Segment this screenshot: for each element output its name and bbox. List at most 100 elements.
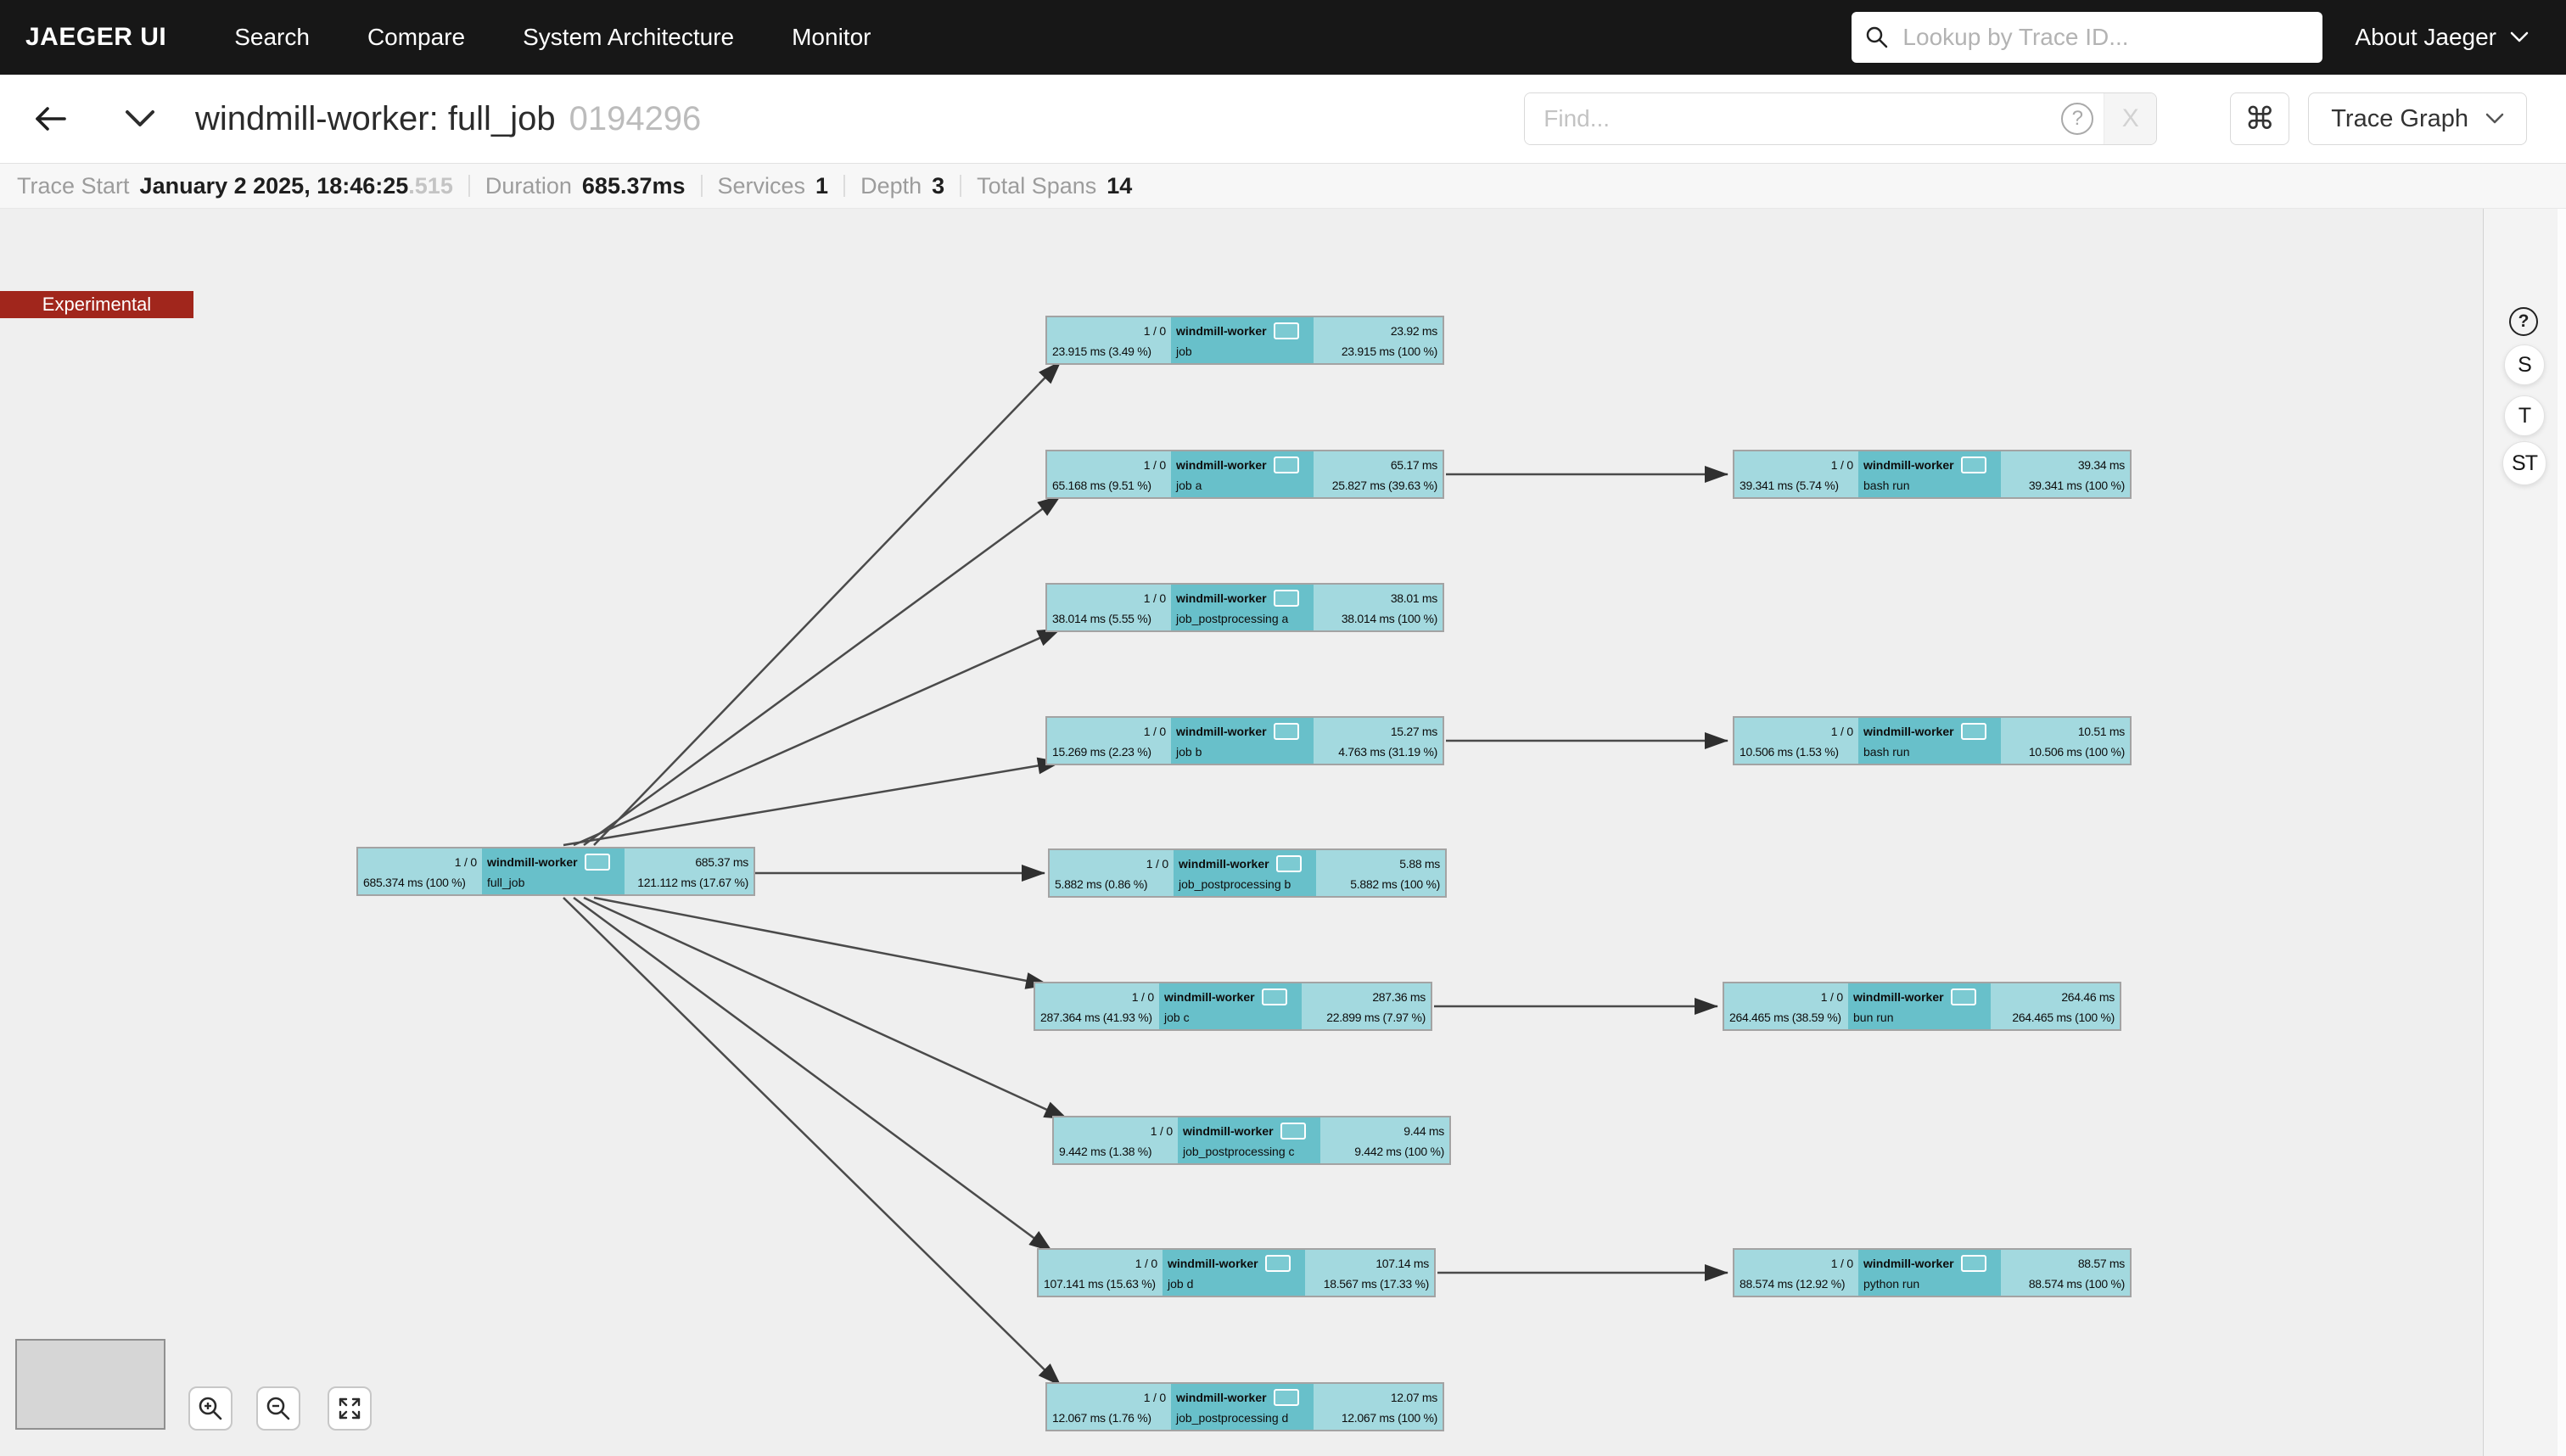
node-stats-left: 1 / 012.067 ms (1.76 %) bbox=[1047, 1384, 1171, 1430]
trace-page-header: windmill-worker: full_job0194296 ? X ⌘ T… bbox=[0, 75, 2566, 163]
span-node-job-postprocessing-a[interactable]: 1 / 038.014 ms (5.55 %)windmill-workerjo… bbox=[1045, 583, 1444, 632]
trace-view-label: Trace Graph bbox=[2331, 105, 2468, 133]
span-node-job-b[interactable]: 1 / 015.269 ms (2.23 %)windmill-workerjo… bbox=[1045, 716, 1444, 765]
node-stats-left: 1 / 015.269 ms (2.23 %) bbox=[1047, 718, 1171, 764]
nav-item-system-architecture[interactable]: System Architecture bbox=[494, 24, 763, 51]
trace-graph-canvas[interactable]: 1 / 0685.374 ms (100 %)windmill-workerfu… bbox=[0, 209, 2566, 1456]
divider bbox=[843, 175, 845, 197]
keyboard-shortcuts-button[interactable]: ⌘ bbox=[2230, 92, 2289, 145]
span-node-full-job[interactable]: 1 / 0685.374 ms (100 %)windmill-workerfu… bbox=[356, 847, 755, 896]
top-navbar: JAEGER UI Search Compare System Architec… bbox=[0, 0, 2566, 75]
operation-name: job_postprocessing c bbox=[1183, 1141, 1315, 1162]
app-brand[interactable]: JAEGER UI bbox=[0, 23, 205, 52]
service-color-swatch bbox=[1961, 1255, 1986, 1272]
span-self-time: 23.915 ms (100 %) bbox=[1319, 341, 1437, 361]
operation-name: python run bbox=[1863, 1274, 1996, 1294]
experimental-badge: Experimental bbox=[0, 291, 193, 318]
find-clear-button[interactable]: X bbox=[2104, 93, 2156, 144]
span-self-time: 38.014 ms (100 %) bbox=[1319, 608, 1437, 629]
mode-button-selftime[interactable]: ST bbox=[2502, 441, 2546, 485]
trace-id-lookup bbox=[1852, 12, 2322, 63]
node-stats-right: 12.07 ms12.067 ms (100 %) bbox=[1314, 1384, 1443, 1430]
graph-tool-rail: ? S T ST bbox=[2483, 209, 2566, 1456]
node-identity: windmill-workerjob_postprocessing d bbox=[1171, 1384, 1314, 1430]
help-icon: ? bbox=[2061, 103, 2093, 135]
chevron-down-icon bbox=[2485, 113, 2504, 125]
trace-id-lookup-input[interactable] bbox=[1901, 23, 2309, 52]
span-node-job-a[interactable]: 1 / 065.168 ms (9.51 %)windmill-workerjo… bbox=[1045, 450, 1444, 499]
service-color-swatch bbox=[1262, 988, 1287, 1005]
operation-name: bun run bbox=[1853, 1007, 1986, 1028]
chevron-down-icon bbox=[124, 109, 156, 129]
trace-start-label: Trace Start bbox=[17, 173, 130, 199]
span-node-job[interactable]: 1 / 023.915 ms (3.49 %)windmill-workerjo… bbox=[1045, 316, 1444, 365]
trace-id-short: 0194296 bbox=[569, 100, 702, 137]
node-stats-right: 287.36 ms22.899 ms (7.97 %) bbox=[1302, 983, 1431, 1029]
service-color-swatch bbox=[1961, 723, 1986, 740]
operation-name: job a bbox=[1176, 475, 1308, 496]
span-node-python-run[interactable]: 1 / 088.574 ms (12.92 %)windmill-workerp… bbox=[1733, 1248, 2132, 1297]
trace-title: windmill-worker: full_job0194296 bbox=[195, 100, 701, 138]
operation-name: bash run bbox=[1863, 742, 1996, 762]
span-count: 1 / 0 bbox=[1729, 987, 1843, 1007]
span-total-time: 264.465 ms (38.59 %) bbox=[1729, 1007, 1843, 1028]
span-self-time: 39.341 ms (100 %) bbox=[2006, 475, 2125, 496]
node-stats-right: 23.92 ms23.915 ms (100 %) bbox=[1314, 317, 1443, 363]
service-color-swatch bbox=[1265, 1255, 1291, 1272]
span-node-bash-run[interactable]: 1 / 010.506 ms (1.53 %)windmill-workerba… bbox=[1733, 716, 2132, 765]
span-node-bash-run[interactable]: 1 / 039.341 ms (5.74 %)windmill-workerba… bbox=[1733, 450, 2132, 499]
nav-item-search[interactable]: Search bbox=[205, 24, 339, 51]
span-total-time: 15.269 ms (2.23 %) bbox=[1052, 742, 1166, 762]
reset-zoom-button[interactable] bbox=[328, 1386, 372, 1431]
trace-summary-bar: Trace Start January 2 2025, 18:46:25 .51… bbox=[0, 163, 2566, 209]
span-total-time: 88.574 ms (12.92 %) bbox=[1740, 1274, 1853, 1294]
about-jaeger-label: About Jaeger bbox=[2355, 24, 2496, 51]
span-count: 1 / 0 bbox=[1044, 1253, 1157, 1274]
service-color-swatch bbox=[1961, 456, 1986, 473]
span-self-time: 264.465 ms (100 %) bbox=[1996, 1007, 2115, 1028]
mode-button-service[interactable]: S bbox=[2504, 344, 2545, 385]
chevron-down-icon bbox=[2510, 31, 2529, 43]
mode-button-time[interactable]: T bbox=[2504, 395, 2545, 436]
node-stats-left: 1 / 09.442 ms (1.38 %) bbox=[1054, 1117, 1178, 1163]
span-total-time: 38.014 ms (5.55 %) bbox=[1052, 608, 1166, 629]
about-jaeger-menu[interactable]: About Jaeger bbox=[2355, 24, 2529, 51]
span-duration: 38.01 ms bbox=[1319, 588, 1437, 608]
span-node-job-d[interactable]: 1 / 0107.141 ms (15.63 %)windmill-worker… bbox=[1037, 1248, 1436, 1297]
service-name: windmill-worker bbox=[1183, 1121, 1274, 1141]
nav-item-compare[interactable]: Compare bbox=[339, 24, 494, 51]
span-total-time: 107.141 ms (15.63 %) bbox=[1044, 1274, 1157, 1294]
span-duration: 12.07 ms bbox=[1319, 1387, 1437, 1408]
node-stats-right: 65.17 ms25.827 ms (39.63 %) bbox=[1314, 451, 1443, 497]
span-node-job-postprocessing-d[interactable]: 1 / 012.067 ms (1.76 %)windmill-workerjo… bbox=[1045, 1382, 1444, 1431]
find-help-button[interactable]: ? bbox=[2051, 93, 2104, 144]
span-node-job-c[interactable]: 1 / 0287.364 ms (41.93 %)windmill-worker… bbox=[1034, 982, 1432, 1031]
service-color-swatch bbox=[1276, 855, 1302, 872]
span-count: 1 / 0 bbox=[1740, 721, 1853, 742]
trace-view-selector[interactable]: Trace Graph bbox=[2308, 92, 2527, 145]
span-duration: 23.92 ms bbox=[1319, 321, 1437, 341]
node-stats-right: 9.44 ms9.442 ms (100 %) bbox=[1320, 1117, 1449, 1163]
node-identity: windmill-workerpython run bbox=[1858, 1250, 2001, 1296]
help-icon[interactable]: ? bbox=[2509, 307, 2538, 336]
span-node-job-postprocessing-c[interactable]: 1 / 09.442 ms (1.38 %)windmill-workerjob… bbox=[1052, 1116, 1451, 1165]
service-name: windmill-worker bbox=[1863, 721, 1954, 742]
span-node-job-postprocessing-b[interactable]: 1 / 05.882 ms (0.86 %)windmill-workerjob… bbox=[1048, 848, 1447, 898]
operation-name: job c bbox=[1164, 1007, 1297, 1028]
back-button[interactable] bbox=[31, 104, 68, 134]
scrollbar-track[interactable] bbox=[2558, 209, 2566, 1456]
graph-minimap[interactable] bbox=[15, 1339, 165, 1430]
service-name: windmill-worker bbox=[1853, 987, 1944, 1007]
span-duration: 88.57 ms bbox=[2006, 1253, 2125, 1274]
span-node-bun-run[interactable]: 1 / 0264.465 ms (38.59 %)windmill-worker… bbox=[1723, 982, 2121, 1031]
nav-item-monitor[interactable]: Monitor bbox=[763, 24, 899, 51]
node-identity: windmill-workerbun run bbox=[1848, 983, 1991, 1029]
zoom-out-button[interactable] bbox=[256, 1386, 300, 1431]
span-count: 1 / 0 bbox=[1052, 1387, 1166, 1408]
span-self-time: 10.506 ms (100 %) bbox=[2006, 742, 2125, 762]
operation-name: job_postprocessing a bbox=[1176, 608, 1308, 629]
nodes-layer: 1 / 0685.374 ms (100 %)windmill-workerfu… bbox=[0, 209, 2566, 1456]
find-input[interactable] bbox=[1525, 93, 2051, 144]
trace-collapse-toggle[interactable] bbox=[124, 109, 156, 129]
zoom-in-button[interactable] bbox=[188, 1386, 233, 1431]
